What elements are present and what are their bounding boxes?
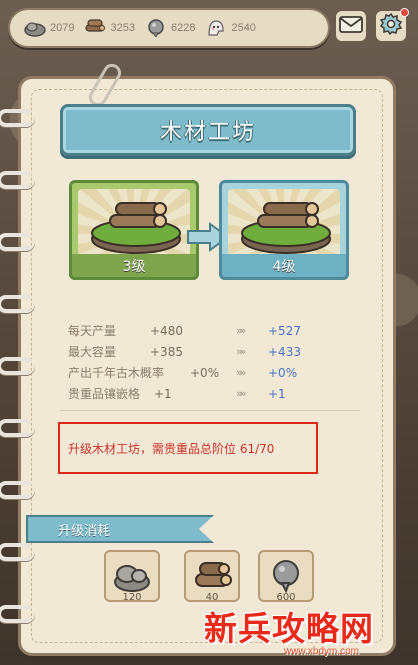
double-chevron-icon: »»: [236, 366, 246, 379]
stat-current: +385: [150, 344, 183, 359]
upgrade-requirement-text: 升级木材工坊，需贵重品总阶位 61/70: [68, 441, 275, 456]
settings-button[interactable]: [374, 8, 409, 43]
current-level-label: 3级: [69, 254, 199, 280]
stat-row: 最大容量 +385 »» +433: [68, 341, 368, 362]
stone-icon: [24, 19, 46, 37]
upgrade-cost-title: 升级消耗: [58, 523, 111, 539]
stat-name: 贵重品镶嵌格: [68, 387, 141, 401]
spirit-stone-icon: [145, 19, 167, 38]
double-chevron-icon: »»: [236, 324, 246, 337]
stats-table: 每天产量 +480 »» +527 最大容量 +385 »» +433 产出千年…: [68, 320, 368, 404]
building-title-banner: 木材工坊: [47, 104, 369, 156]
upgrade-cost-banner: 升级消耗: [26, 515, 214, 543]
gear-icon: [379, 12, 403, 40]
binder-ring: [0, 481, 35, 499]
resource-value: 3253: [110, 22, 135, 34]
stat-name: 产出千年古木概率: [68, 366, 165, 380]
resource-value: 2540: [231, 22, 256, 34]
spirit-stone-icon: [273, 560, 299, 594]
stat-current: +1: [154, 386, 172, 401]
stat-next: +0%: [268, 365, 298, 380]
mail-button[interactable]: [334, 9, 368, 43]
double-chevron-icon: »»: [236, 345, 246, 358]
notification-badge: [400, 8, 409, 17]
resource-value: 6228: [170, 22, 196, 34]
resource-stone[interactable]: 2079: [24, 19, 74, 37]
stat-name: 最大容量: [68, 345, 117, 359]
binder-ring: [0, 543, 35, 561]
building-title: 木材工坊: [159, 120, 256, 145]
stat-row: 产出千年古木概率 +0% »» +0%: [68, 362, 368, 383]
next-level-label: 4级: [219, 254, 349, 280]
binder-ring: [0, 171, 35, 189]
site-watermark: 新兵攻略网 www.xbdym.com: [204, 602, 418, 665]
binder-ring: [0, 605, 35, 623]
resource-value: 2079: [50, 22, 75, 34]
binder-ring: [0, 295, 35, 313]
divider: [60, 410, 360, 411]
binder-ring: [0, 233, 35, 251]
stat-current: +480: [150, 323, 183, 338]
watermark-text: 新兵攻略网: [204, 609, 374, 648]
cost-value: 120: [122, 592, 142, 603]
resource-bar: 2079 3253 6228 2540: [8, 8, 330, 48]
stone-icon: [114, 565, 150, 592]
wood-icon: [84, 19, 106, 37]
lumber-island-icon: [91, 202, 181, 254]
stat-row: 每天产量 +480 »» +527: [68, 320, 368, 341]
watermark-url: www.xbdym.com: [284, 646, 360, 657]
stat-current: +0%: [190, 365, 220, 380]
stat-row: 贵重品镶嵌格 +1 »» +1: [68, 383, 368, 404]
binder-ring: [0, 357, 35, 375]
binder-ring: [0, 109, 35, 127]
stat-next: +433: [268, 344, 301, 359]
stat-name: 每天产量: [68, 324, 117, 338]
binder-ring: [0, 419, 35, 437]
double-chevron-icon: »»: [236, 387, 246, 400]
upgrade-requirement-box: 升级木材工坊，需贵重品总阶位 61/70: [58, 422, 318, 474]
resource-ghost[interactable]: 2540: [205, 19, 256, 37]
wood-icon: [195, 562, 232, 587]
stat-next: +527: [268, 323, 301, 338]
lumber-island-icon: [241, 202, 331, 254]
stat-next: +1: [268, 386, 286, 401]
resource-wood[interactable]: 3253: [84, 19, 135, 37]
mail-icon: [339, 14, 363, 38]
ghost-icon: [205, 19, 227, 37]
resource-spirit-stone[interactable]: 6228: [145, 19, 196, 38]
